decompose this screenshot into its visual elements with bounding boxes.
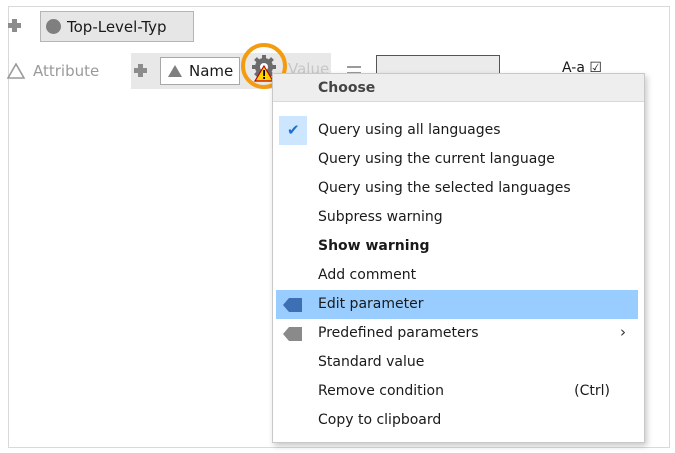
menu-item-label: Remove condition [318,383,444,399]
menu-item-shortcut: (Ctrl) [574,383,610,399]
circle-type-icon [46,19,61,34]
menu-item-label: Add comment [318,267,417,283]
submenu-arrow-icon: › [620,323,626,341]
tag-icon-gray [283,327,302,341]
menu-item-show-warning[interactable]: Show warning [276,232,638,261]
menu-header: Choose [273,74,644,102]
attribute-name-label: Name [189,62,234,80]
menu-item-label: Show warning [318,238,430,254]
checkmark-icon: ✔ [287,121,300,139]
menu-item-query-all-languages[interactable]: ✔ Query using all languages [276,116,638,145]
menu-item-label: Edit parameter [318,296,424,312]
menu-item-remove-condition[interactable]: Remove condition (Ctrl) [276,377,638,406]
menu-item-edit-parameter[interactable]: Edit parameter [276,290,638,319]
triangle-filled-icon [168,65,182,77]
menu-item-subpress-warning[interactable]: Subpress warning [276,203,638,232]
toplevel-type-label: Top-Level-Typ [67,17,167,36]
menu-item-add-comment[interactable]: Add comment [276,261,638,290]
attribute-name-chip[interactable]: Name [160,57,240,85]
toplevel-type-chip[interactable]: Top-Level-Typ [40,11,194,42]
menu-item-query-selected-languages[interactable]: Query using the selected languages [276,174,638,203]
menu-item-label: Copy to clipboard [318,412,442,428]
menu-item-copy-to-clipboard[interactable]: Copy to clipboard [276,406,638,435]
context-menu: Choose ✔ Query using all languages Query… [272,73,645,443]
tag-icon-blue [283,298,302,312]
menu-item-label: Query using the current language [318,151,555,167]
attribute-label: Attribute [7,60,99,82]
menu-item-label: Standard value [318,354,425,370]
menu-item-label: Query using all languages [318,122,501,138]
menu-item-predefined-parameters[interactable]: Predefined parameters › [276,319,638,348]
add-type-plus-icon[interactable] [8,19,21,32]
menu-item-query-current-language[interactable]: Query using the current language [276,145,638,174]
add-condition-plus-icon[interactable] [134,64,147,77]
menu-item-label: Subpress warning [318,209,443,225]
menu-item-label: Query using the selected languages [318,180,571,196]
menu-item-label: Predefined parameters [318,325,479,341]
menu-item-standard-value[interactable]: Standard value [276,348,638,377]
menu-header-label: Choose [318,80,376,96]
attribute-label-text: Attribute [33,62,100,80]
triangle-outline-icon [7,63,25,79]
